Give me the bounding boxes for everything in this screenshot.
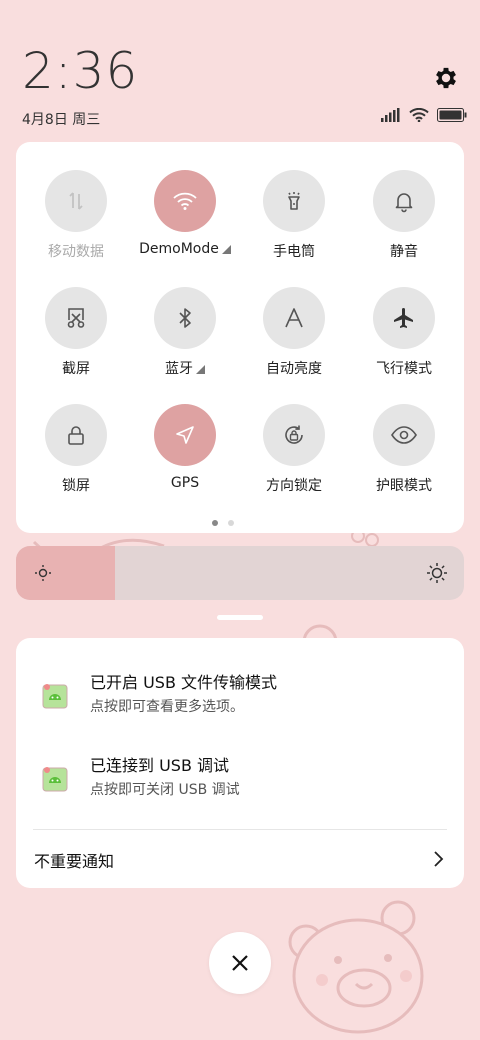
tile-demomode-label-row: DemoMode <box>135 241 235 257</box>
notification-usb-debugging[interactable]: 已连接到 USB 调试 点按即可关闭 USB 调试 <box>16 752 464 812</box>
tile-rotation-lock-label: 方向锁定 <box>266 478 322 494</box>
notification-body: 点按即可关闭 USB 调试 <box>90 782 240 798</box>
tile-mobile-data-button[interactable] <box>45 170 107 232</box>
android-debug-icon <box>42 684 68 709</box>
status-bar-icons <box>381 108 467 122</box>
rotation-lock-icon <box>285 425 303 444</box>
notification-title: 已开启 USB 文件传输模式 <box>90 673 278 692</box>
lock-icon <box>68 426 84 445</box>
battery-icon <box>437 108 467 122</box>
eye-icon <box>391 426 417 444</box>
gear-icon[interactable] <box>432 64 460 92</box>
tile-bluetooth[interactable]: 蓝牙 <box>135 287 235 378</box>
tile-gps[interactable]: GPS <box>135 404 235 491</box>
tile-rotation-lock[interactable]: 方向锁定 <box>244 404 344 495</box>
quick-settings-panel: 移动数据 DemoMode 手电筒 静音 截屏 蓝牙 自动亮度 飞行模式 锁屏 … <box>16 142 464 533</box>
tile-flashlight-button[interactable] <box>263 170 325 232</box>
submenu-triangle-icon <box>221 245 231 254</box>
tile-screenshot-label: 截屏 <box>62 361 90 377</box>
tile-screenshot-button[interactable] <box>45 287 107 349</box>
tile-flashlight-label: 手电筒 <box>273 244 315 260</box>
tile-bluetooth-label-row: 蓝牙 <box>135 358 235 378</box>
mobile-data-icon <box>69 192 83 210</box>
tile-auto-brightness-button[interactable] <box>263 287 325 349</box>
notification-panel: 已开启 USB 文件传输模式 点按即可查看更多选项。 已连接到 USB 调试 点… <box>16 638 464 888</box>
brightness-low-icon <box>35 565 51 581</box>
tile-eye-care-button[interactable] <box>373 404 435 466</box>
brightness-slider-fill <box>16 546 115 600</box>
tile-lock-screen-button[interactable] <box>45 404 107 466</box>
tile-flashlight[interactable]: 手电筒 <box>244 170 344 261</box>
notification-usb-file-transfer[interactable]: 已开启 USB 文件传输模式 点按即可查看更多选项。 <box>16 669 464 729</box>
bell-icon <box>395 193 413 213</box>
tile-silent-button[interactable] <box>373 170 435 232</box>
tile-screenshot[interactable]: 截屏 <box>26 287 126 378</box>
unimportant-notifications-link[interactable]: 不重要通知 <box>34 848 114 872</box>
close-icon <box>232 955 248 971</box>
tile-lock-screen-label: 锁屏 <box>62 478 90 494</box>
tile-rotation-lock-button[interactable] <box>263 404 325 466</box>
tile-silent-label: 静音 <box>390 244 418 260</box>
tile-mobile-data-label: 移动数据 <box>48 244 104 260</box>
tile-gps-button[interactable] <box>154 404 216 466</box>
tile-demomode[interactable]: DemoMode <box>135 170 235 257</box>
signal-icon <box>381 108 400 122</box>
tile-demomode-button[interactable] <box>154 170 216 232</box>
brightness-slider[interactable] <box>16 546 464 600</box>
date-label: 4月8日 周三 <box>22 112 101 128</box>
tile-eye-care-label: 护眼模式 <box>376 478 432 494</box>
tile-airplane-label: 飞行模式 <box>376 361 432 377</box>
wifi-icon <box>409 108 429 122</box>
bluetooth-icon <box>179 308 191 328</box>
tile-bluetooth-button[interactable] <box>154 287 216 349</box>
page-indicator <box>212 520 234 526</box>
chevron-right-icon[interactable] <box>432 849 446 869</box>
drag-handle[interactable] <box>217 615 263 620</box>
brightness-high-icon <box>427 563 447 583</box>
tile-silent[interactable]: 静音 <box>354 170 454 261</box>
page-dot-2[interactable] <box>228 520 234 526</box>
airplane-icon <box>394 308 413 328</box>
divider <box>33 829 447 830</box>
tile-gps-label: GPS <box>170 475 200 491</box>
auto-brightness-icon <box>285 308 303 328</box>
screenshot-icon <box>67 308 85 328</box>
gps-icon <box>176 426 194 444</box>
tile-eye-care[interactable]: 护眼模式 <box>354 404 454 495</box>
tile-mobile-data[interactable]: 移动数据 <box>26 170 126 261</box>
clear-all-button[interactable] <box>209 932 271 994</box>
notification-title: 已连接到 USB 调试 <box>90 756 230 775</box>
tile-auto-brightness-label: 自动亮度 <box>266 361 322 377</box>
tile-bluetooth-label: 蓝牙 <box>165 361 193 377</box>
wifi-icon <box>173 192 197 210</box>
bear-illustration-icon <box>288 900 424 1034</box>
clock-time: 2:36 <box>22 42 139 100</box>
tile-auto-brightness[interactable]: 自动亮度 <box>244 287 344 378</box>
tile-demomode-label: DemoMode <box>139 241 219 257</box>
page-dot-1[interactable] <box>212 520 218 526</box>
flashlight-icon <box>288 192 300 210</box>
android-debug-icon <box>42 767 68 792</box>
tile-lock-screen[interactable]: 锁屏 <box>26 404 126 495</box>
tile-airplane[interactable]: 飞行模式 <box>354 287 454 378</box>
submenu-triangle-icon <box>196 365 205 374</box>
notification-body: 点按即可查看更多选项。 <box>90 699 244 715</box>
tile-airplane-button[interactable] <box>373 287 435 349</box>
